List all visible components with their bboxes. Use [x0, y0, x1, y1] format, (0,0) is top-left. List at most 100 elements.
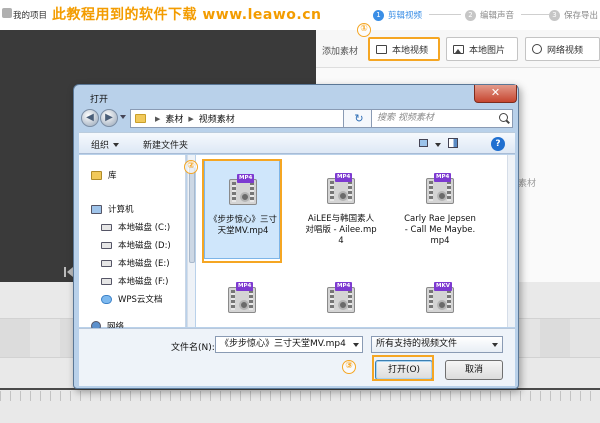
open-button[interactable]: 打开(O)	[375, 360, 433, 380]
view-options-dropdown-icon[interactable]	[435, 143, 441, 147]
file-list: MP4 《步步惊心》三寸天堂MV.mp4 MP4 AiLEE与韩国素人对唱版 -…	[196, 155, 515, 327]
chevron-right-icon[interactable]: ▶	[155, 115, 160, 123]
chevron-down-icon[interactable]	[353, 343, 359, 347]
chevron-down-icon	[113, 143, 120, 147]
navigation-bar: ◀ ▶ ▶ 素材 ▶ 视频素材 ↻ 搜索 视频素材	[79, 107, 515, 129]
local-video-label: 本地视频	[392, 45, 429, 56]
nav-item-drive-f[interactable]: 本地磁盘 (F:)	[101, 274, 168, 288]
video-file-icon: MP4	[425, 173, 455, 207]
file-type-badge: MP4	[434, 173, 452, 182]
nav-item-label: 本地磁盘 (D:)	[118, 241, 171, 251]
library-icon	[91, 170, 102, 180]
nav-item-drive-c[interactable]: 本地磁盘 (C:)	[101, 220, 170, 234]
new-folder-button[interactable]: 新建文件夹	[143, 138, 188, 151]
change-view-icon[interactable]	[418, 137, 433, 150]
breadcrumb-segment[interactable]: 视频素材	[199, 112, 235, 125]
file-item[interactable]: MP4	[303, 268, 379, 327]
step-label: 保存导出	[564, 11, 599, 21]
nav-item-label: 库	[108, 171, 117, 181]
nav-item-wps-cloud[interactable]: WPS云文档	[101, 292, 162, 306]
filename-value: 《步步惊心》三寸天堂MV.mp4	[220, 339, 346, 349]
back-icon[interactable]: ◀	[81, 109, 99, 127]
file-type-value: 所有支持的视频文件	[376, 339, 458, 349]
search-placeholder: 搜索 视频素材	[377, 113, 434, 123]
organize-menu[interactable]: 组织	[91, 138, 120, 151]
dialog-footer: 文件名(N): 《步步惊心》三寸天堂MV.mp4 所有支持的视频文件 打开(O)…	[79, 328, 515, 386]
step-edit-audio[interactable]: 2 编辑声音	[465, 8, 514, 22]
step-number: 2	[465, 9, 476, 21]
nav-item-computer[interactable]: 计算机	[91, 202, 134, 216]
drive-icon	[101, 223, 112, 231]
file-type-select[interactable]: 所有支持的视频文件	[371, 336, 503, 353]
timeline-ticks	[0, 391, 600, 401]
cloud-icon	[101, 294, 112, 304]
local-image-button[interactable]: 本地图片	[446, 37, 518, 61]
navigation-scrollbar[interactable]	[187, 155, 195, 327]
network-video-button[interactable]: 网络视频	[525, 37, 600, 61]
step-edit-video[interactable]: 1 剪辑视频	[373, 8, 422, 22]
marker-step-1: ①	[357, 23, 371, 37]
step-number: 1	[373, 9, 384, 21]
materials-hint: 素材	[518, 179, 537, 189]
file-item[interactable]: MP4 AiLEE与韩国素人对唱版 - Ailee.mp4	[303, 159, 379, 259]
marker-step-2: ②	[184, 160, 198, 174]
drive-icon	[101, 277, 112, 285]
search-input[interactable]: 搜索 视频素材	[371, 109, 513, 128]
organize-label: 组织	[91, 141, 110, 151]
video-file-icon: MKV	[425, 282, 455, 316]
file-type-badge: MP4	[237, 174, 255, 183]
file-item[interactable]: MP4 Carly Rae Jepsen - Call Me Maybe.mp4	[402, 159, 478, 259]
filename-label: 文件名(N):	[171, 343, 215, 353]
breadcrumb-segment[interactable]: 素材	[165, 112, 183, 125]
file-item[interactable]: MP4 《步步惊心》三寸天堂MV.mp4	[204, 159, 280, 259]
file-item[interactable]: MP4	[204, 268, 280, 327]
computer-icon	[91, 204, 102, 214]
nav-item-library[interactable]: 库	[91, 168, 117, 182]
filename-field[interactable]: 《步步惊心》三寸天堂MV.mp4	[215, 336, 363, 353]
nav-item-drive-e[interactable]: 本地磁盘 (E:)	[101, 256, 170, 270]
history-dropdown-icon[interactable]	[120, 115, 126, 119]
skip-back-icon[interactable]	[64, 267, 73, 277]
video-file-icon	[376, 44, 387, 54]
search-icon[interactable]	[499, 113, 508, 122]
nav-item-drive-d[interactable]: 本地磁盘 (D:)	[101, 238, 171, 252]
nav-item-label: WPS云文档	[118, 295, 163, 305]
nav-item-label: 本地磁盘 (C:)	[118, 223, 171, 233]
file-item[interactable]: MKV	[402, 268, 478, 327]
file-type-badge: MP4	[335, 173, 353, 182]
tutorial-banner: 此教程用到的软件下载 www.leawo.cn	[52, 7, 322, 23]
marker-step-3: ③	[342, 360, 356, 374]
file-type-badge: MP4	[335, 282, 353, 291]
file-list-scrollbar[interactable]	[507, 155, 515, 327]
open-file-dialog: 打开 ✕ ◀ ▶ ▶ 素材 ▶ 视频素材 ↻ 搜索 视频素材 组织 新建文件夹 …	[73, 84, 519, 389]
app-title: 我的项目	[13, 11, 48, 21]
chevron-right-icon[interactable]: ▶	[188, 115, 193, 123]
nav-item-label: 计算机	[108, 205, 134, 215]
cancel-button[interactable]: 取消	[445, 360, 503, 380]
video-file-icon: MP4	[326, 173, 356, 207]
step-label: 剪辑视频	[388, 11, 423, 21]
help-icon[interactable]: ?	[491, 137, 505, 151]
step-connector	[429, 14, 461, 15]
folder-icon	[135, 114, 146, 123]
video-file-icon: MP4	[326, 282, 356, 316]
dialog-title: 打开	[90, 95, 109, 105]
step-export[interactable]: 3 保存导出	[549, 8, 598, 22]
nav-item-label: 本地磁盘 (E:)	[118, 259, 170, 269]
address-bar[interactable]: ▶ 素材 ▶ 视频素材	[130, 109, 375, 128]
add-material-label: 添加素材	[322, 47, 359, 57]
image-icon	[453, 44, 464, 54]
step-connector	[521, 14, 549, 15]
preview-pane-icon[interactable]	[447, 137, 462, 150]
scrollbar-thumb[interactable]	[189, 167, 195, 263]
local-video-button[interactable]: 本地视频	[368, 37, 440, 61]
chevron-down-icon	[492, 343, 498, 347]
network-video-label: 网络视频	[547, 45, 584, 56]
drive-icon	[101, 259, 112, 267]
app-header: 我的项目 此教程用到的软件下载 www.leawo.cn 1 剪辑视频 2 编辑…	[0, 0, 600, 30]
close-button[interactable]: ✕	[474, 85, 517, 103]
dialog-toolbar: 组织 新建文件夹 ?	[79, 132, 515, 154]
video-file-icon: MP4	[227, 282, 257, 316]
local-image-label: 本地图片	[469, 45, 506, 56]
forward-icon[interactable]: ▶	[100, 109, 118, 127]
